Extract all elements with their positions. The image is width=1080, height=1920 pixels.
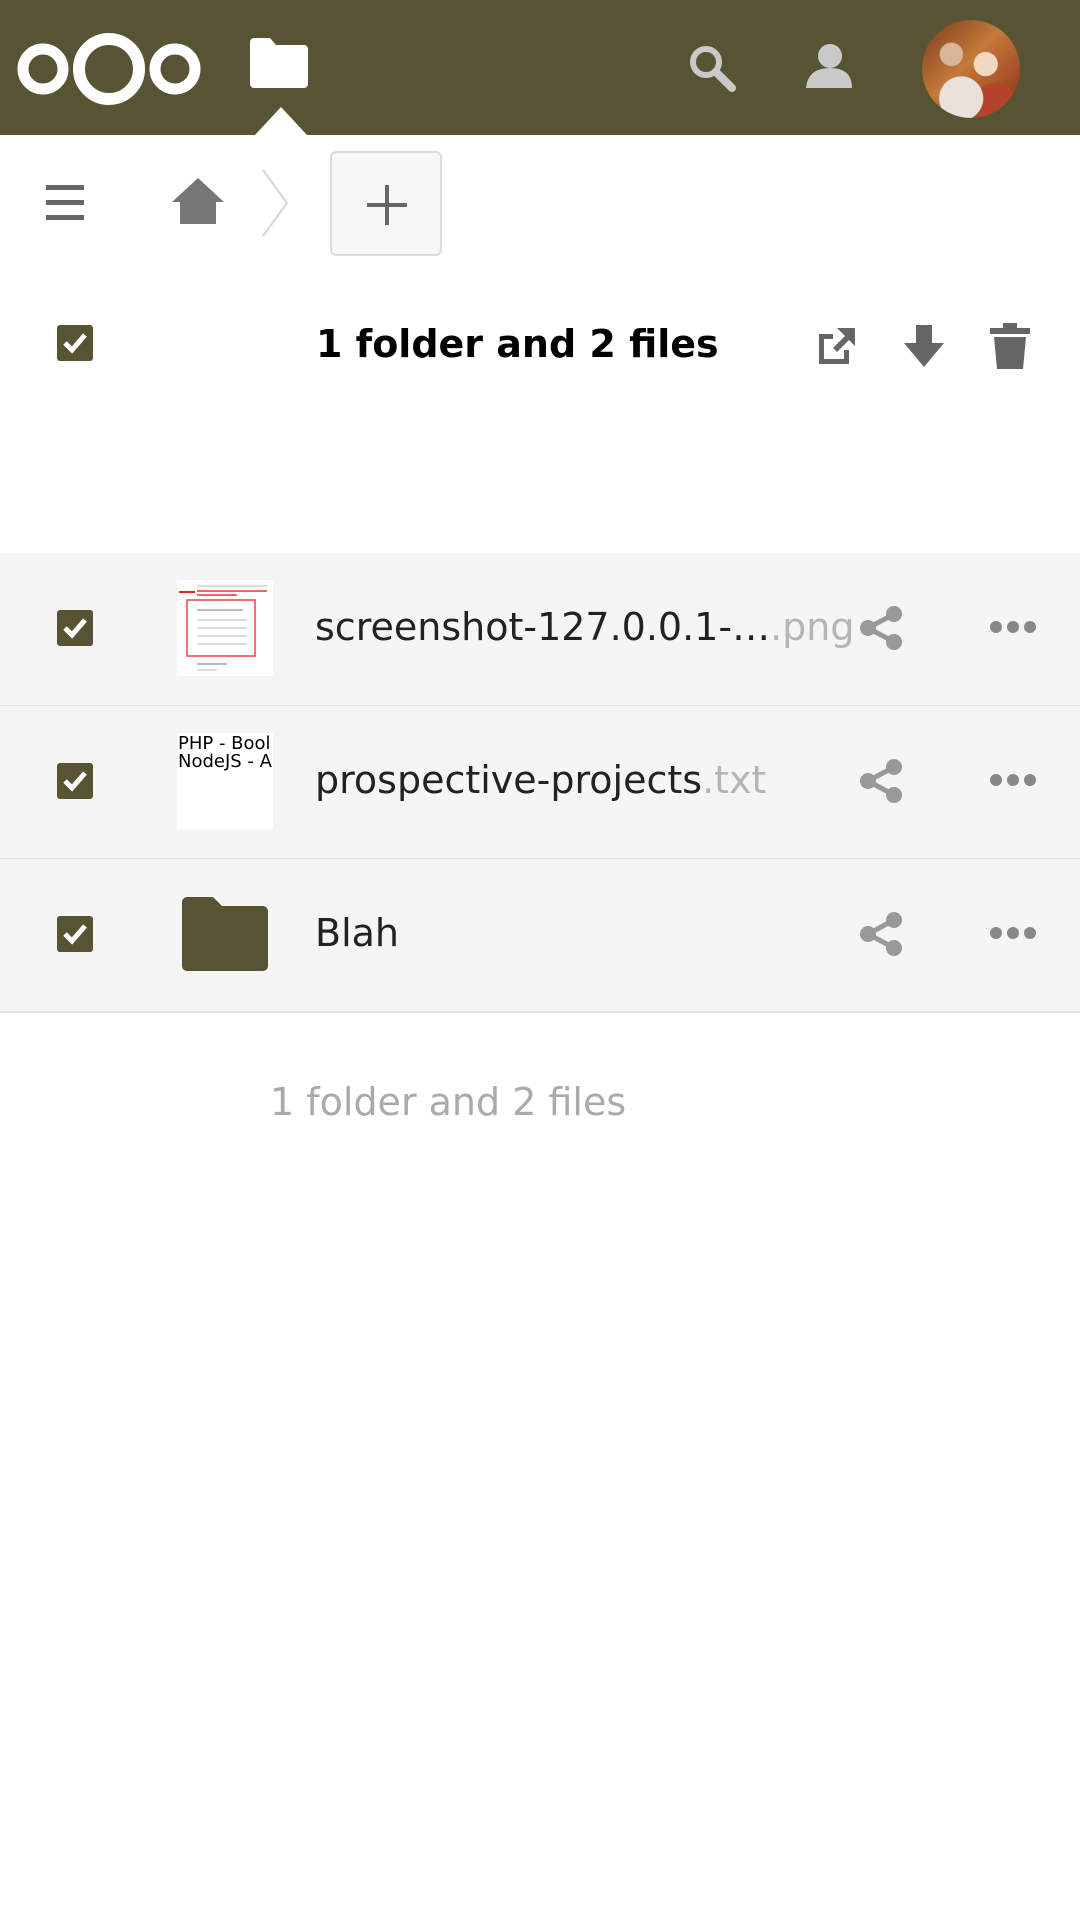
folder-row[interactable]: Blah: [0, 859, 1080, 1013]
file-extension: .png: [770, 605, 855, 649]
files-folder-icon[interactable]: [250, 38, 308, 88]
top-header: [0, 0, 1080, 135]
plus-icon: [367, 185, 407, 225]
new-file-button[interactable]: [330, 151, 442, 256]
search-icon[interactable]: [688, 44, 736, 92]
contacts-icon[interactable]: [802, 42, 852, 90]
checkmark-icon: [63, 333, 87, 354]
row-checkbox[interactable]: [57, 763, 93, 799]
file-basename: Blah: [315, 911, 399, 955]
active-app-indicator: [255, 107, 307, 135]
screenshot-preview-icon: [177, 580, 273, 676]
breadcrumb-separator-icon: [262, 169, 289, 237]
trash-icon[interactable]: [990, 323, 1030, 369]
share-icon[interactable]: [858, 605, 904, 651]
file-row[interactable]: screenshot-127.0.0.1-….png: [0, 553, 1080, 707]
file-name[interactable]: Blah: [315, 911, 399, 955]
download-icon[interactable]: [902, 325, 946, 369]
file-basename: screenshot-127.0.0.1-…: [315, 605, 771, 649]
text-thumbnail: PHP - Bool NodeJS - A: [177, 733, 273, 829]
more-actions-icon[interactable]: [990, 770, 1036, 790]
hamburger-menu-icon[interactable]: [46, 183, 86, 223]
checkmark-icon: [63, 924, 87, 945]
folder-icon: [182, 897, 268, 971]
checkmark-icon: [63, 771, 87, 792]
more-actions-icon[interactable]: [990, 923, 1036, 943]
row-checkbox[interactable]: [57, 610, 93, 646]
row-checkbox[interactable]: [57, 916, 93, 952]
file-basename: prospective-projects: [315, 758, 703, 802]
home-icon[interactable]: [172, 178, 224, 224]
user-avatar[interactable]: [922, 20, 1020, 118]
file-row[interactable]: PHP - Bool NodeJS - A prospective-projec…: [0, 706, 1080, 860]
share-open-icon[interactable]: [815, 324, 859, 368]
checkmark-icon: [63, 618, 87, 639]
share-icon[interactable]: [858, 911, 904, 957]
image-thumbnail: [177, 580, 273, 676]
select-all-checkbox[interactable]: [57, 325, 93, 361]
file-name[interactable]: prospective-projects.txt: [315, 758, 766, 802]
share-icon[interactable]: [858, 758, 904, 804]
thumbnail-text: PHP - Bool NodeJS - A: [178, 733, 272, 772]
file-extension: .txt: [702, 758, 767, 802]
file-name[interactable]: screenshot-127.0.0.1-….png: [315, 605, 854, 649]
file-list-summary: 1 folder and 2 files: [270, 1080, 627, 1124]
nextcloud-logo[interactable]: [16, 30, 202, 108]
selection-summary: 1 folder and 2 files: [316, 322, 719, 366]
more-actions-icon[interactable]: [990, 617, 1036, 637]
